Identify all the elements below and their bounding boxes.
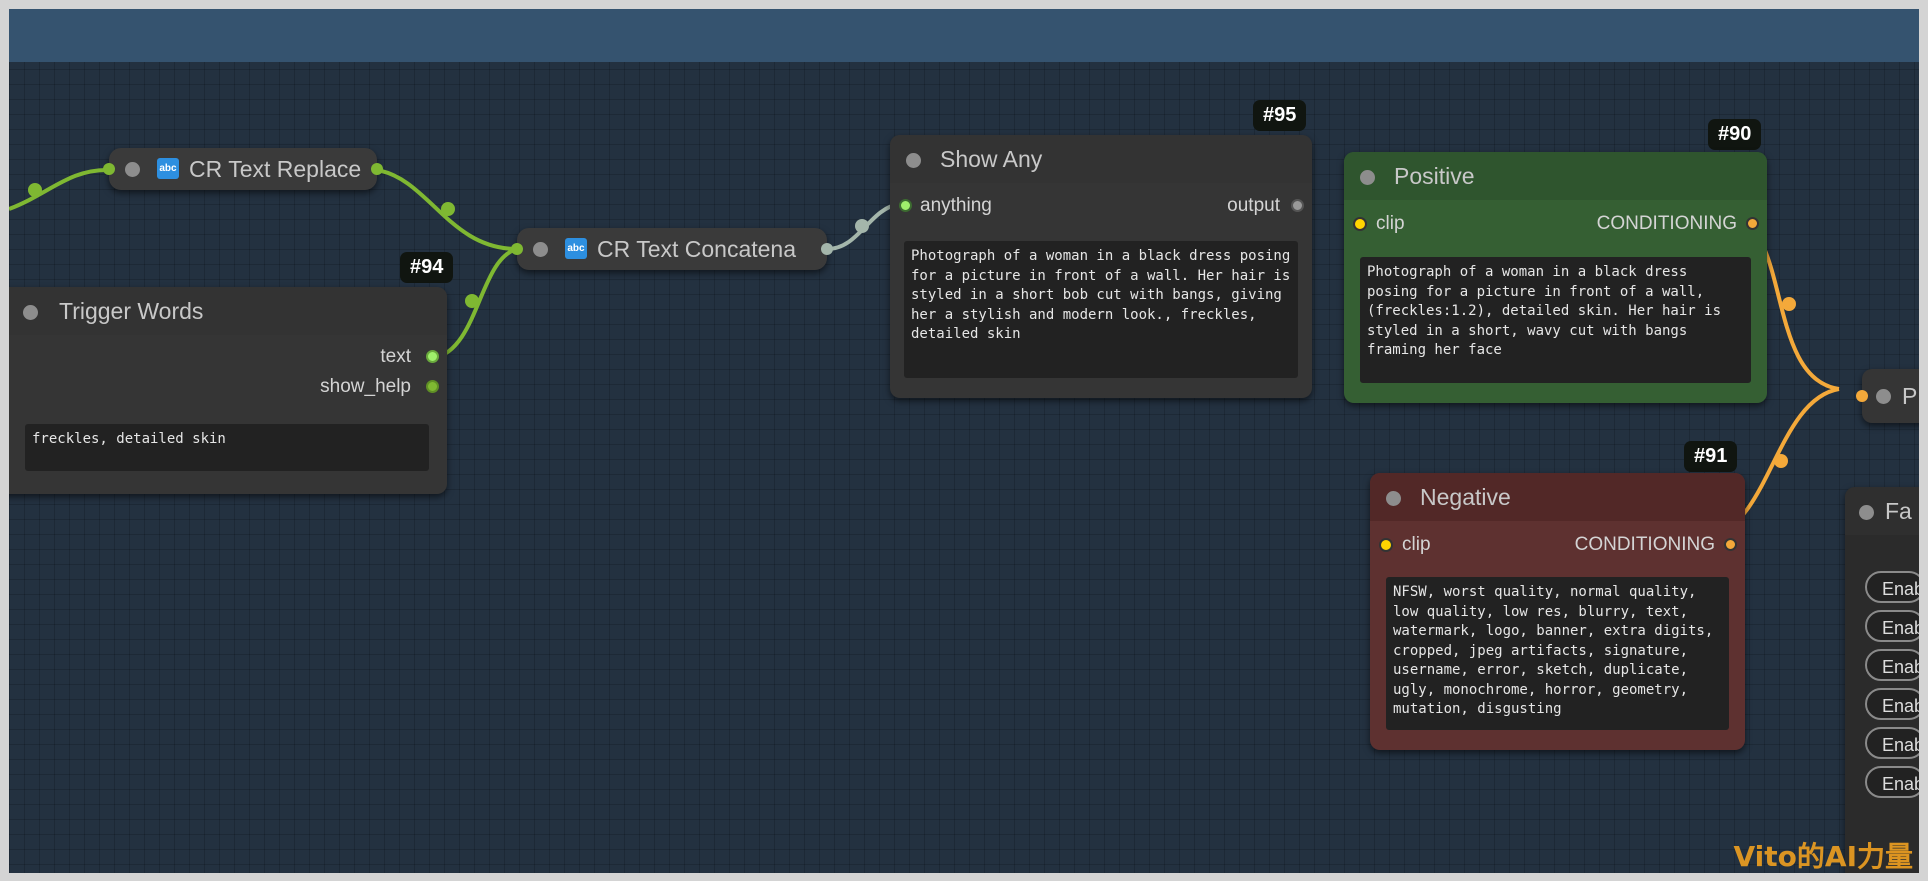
input-clip-label: clip xyxy=(1402,534,1431,555)
node-title[interactable]: P xyxy=(1862,369,1919,423)
output-slot-text[interactable] xyxy=(426,350,439,363)
output-conditioning-label: CONDITIONING xyxy=(1574,534,1715,555)
node-title[interactable]: Trigger Words xyxy=(9,287,447,335)
node-trigger-words[interactable]: Trigger Words text show_help freckles, d… xyxy=(9,287,447,494)
link-midpoint xyxy=(855,219,869,233)
collapse-dot-icon[interactable] xyxy=(1876,389,1891,404)
link-midpoint xyxy=(1774,454,1788,468)
node-id-badge: #95 xyxy=(1253,100,1307,131)
node-negative[interactable]: Negative clip CONDITIONING NFSW, worst q… xyxy=(1370,473,1745,750)
positive-prompt-text[interactable]: Photograph of a woman in a black dress p… xyxy=(1360,257,1751,383)
enable-toggle-4[interactable]: Enab xyxy=(1865,688,1919,720)
node-title[interactable]: Positive xyxy=(1344,152,1767,200)
link-left-to-text-replace xyxy=(9,167,110,211)
node-title[interactable]: Negative xyxy=(1370,473,1745,521)
output-slot-conditioning[interactable] xyxy=(1724,538,1737,551)
node-title[interactable]: abc CR Text Replace xyxy=(109,148,377,190)
node-title[interactable]: Show Any xyxy=(890,135,1312,183)
link-concat-to-show-any xyxy=(826,202,900,251)
output-show-help-label: show_help xyxy=(320,376,411,397)
enable-toggle-2[interactable]: Enab xyxy=(1865,610,1919,642)
collapse-dot-icon[interactable] xyxy=(1386,491,1401,506)
output-slot-show-help[interactable] xyxy=(426,380,439,393)
input-slot-anything[interactable] xyxy=(899,199,912,212)
enable-toggle-5[interactable]: Enab xyxy=(1865,727,1919,759)
node-id-badge: #90 xyxy=(1708,119,1762,150)
node-graph-canvas[interactable]: abc CR Text Replace #94 Trigger Words tex… xyxy=(9,9,1919,873)
trigger-words-text[interactable]: freckles, detailed skin xyxy=(25,424,429,471)
node-title[interactable]: Fa xyxy=(1845,487,1919,535)
input-slot-clip[interactable] xyxy=(1379,538,1393,552)
input-clip-label: clip xyxy=(1376,213,1405,234)
input-slot-clip[interactable] xyxy=(1353,217,1367,231)
abc-icon: abc xyxy=(565,238,587,260)
link-text-replace-to-concat xyxy=(376,168,518,251)
output-slot[interactable] xyxy=(371,163,383,175)
collapse-dot-icon[interactable] xyxy=(906,153,921,168)
output-slot-conditioning[interactable] xyxy=(1746,217,1759,230)
node-show-any[interactable]: Show Any anything output Photograph of a… xyxy=(890,135,1312,398)
output-slot[interactable] xyxy=(1291,199,1304,212)
enable-toggle-3[interactable]: Enab xyxy=(1865,649,1919,681)
collapse-dot-icon[interactable] xyxy=(125,162,140,177)
output-conditioning-label: CONDITIONING xyxy=(1596,213,1737,234)
output-slot[interactable] xyxy=(821,243,833,255)
link-midpoint xyxy=(441,202,455,216)
negative-prompt-text[interactable]: NFSW, worst quality, normal quality, low… xyxy=(1386,577,1729,730)
link-midpoint xyxy=(1782,297,1796,311)
node-partial-right[interactable]: P xyxy=(1856,369,1919,423)
node-id-badge: #94 xyxy=(400,252,454,283)
enable-toggle-1[interactable]: Enab xyxy=(1865,571,1919,603)
link-midpoint xyxy=(465,294,479,308)
show-any-text[interactable]: Photograph of a woman in a black dress p… xyxy=(904,241,1298,378)
watermark: Vito的AI力量 xyxy=(1733,840,1914,873)
output-text-label: text xyxy=(380,346,411,367)
node-title[interactable]: abc CR Text Concatena xyxy=(517,228,827,270)
enable-toggle-6[interactable]: Enab xyxy=(1865,766,1919,798)
collapse-dot-icon[interactable] xyxy=(1360,170,1375,185)
link-midpoint xyxy=(28,183,42,197)
output-label: output xyxy=(1227,195,1280,216)
node-cr-text-concatenate[interactable]: abc CR Text Concatena xyxy=(511,228,833,270)
node-id-badge: #91 xyxy=(1684,441,1738,472)
top-bar xyxy=(9,9,1919,62)
node-fast-group[interactable]: Fa Enab Enab Enab Enab Enab Enab xyxy=(1845,487,1919,873)
collapse-dot-icon[interactable] xyxy=(1859,505,1874,520)
collapse-dot-icon[interactable] xyxy=(533,242,548,257)
abc-icon: abc xyxy=(157,158,179,180)
node-cr-text-replace[interactable]: abc CR Text Replace xyxy=(103,148,383,190)
input-anything-label: anything xyxy=(920,195,992,216)
collapse-dot-icon[interactable] xyxy=(23,305,38,320)
node-positive[interactable]: Positive clip CONDITIONING Photograph of… xyxy=(1344,152,1767,403)
